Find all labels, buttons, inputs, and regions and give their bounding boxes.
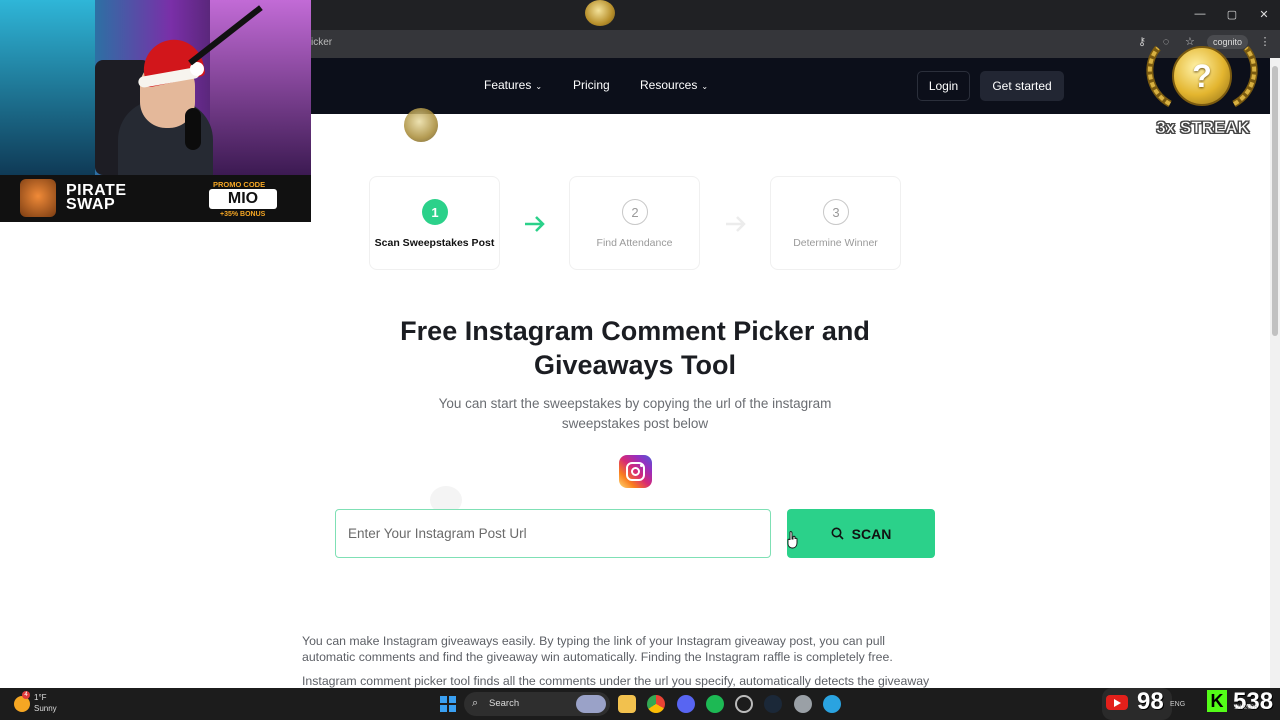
promo-code: MIO — [209, 189, 277, 209]
login-button[interactable]: Login — [917, 71, 970, 101]
step-number: 3 — [823, 199, 849, 225]
nav-pricing[interactable]: Pricing — [573, 78, 610, 92]
streak-coin-icon: ? — [1172, 46, 1232, 106]
description-line: automatic comments and find the giveaway… — [302, 650, 893, 664]
hand-cursor-icon — [787, 531, 798, 549]
kick-viewer-count: 538 — [1233, 688, 1274, 715]
promo-bonus: +35% BONUS — [220, 211, 266, 218]
step-label: Find Attendance — [596, 237, 673, 249]
scan-button-label: SCAN — [851, 525, 892, 542]
spotify-icon[interactable] — [706, 695, 724, 713]
page-title-line: Giveaways Tool — [533, 350, 737, 380]
step-number: 1 — [422, 199, 448, 225]
nav-features-label: Features — [484, 78, 532, 92]
nav-resources-label: Resources — [640, 78, 698, 92]
pirate-logo-icon — [20, 179, 56, 217]
step-winner: 3 Determine Winner — [770, 176, 901, 270]
sponsor-name-line: SWAP — [66, 196, 116, 213]
webcam-overlay: PIRATE SWAP PROMO CODE MIO +35% BONUS — [0, 0, 311, 222]
search-highlight-image — [576, 695, 606, 713]
search-icon — [831, 527, 844, 540]
nav-resources[interactable]: Resources ⌄ — [640, 78, 708, 92]
step-number: 2 — [622, 199, 648, 225]
window-controls: — ▢ ✕ — [1184, 0, 1280, 28]
weather-badge: 4 — [22, 691, 30, 699]
promo-label: PROMO CODE — [213, 180, 266, 189]
chevron-down-icon: ⌄ — [701, 82, 709, 91]
description-paragraph: You can make Instagram giveaways easily.… — [302, 633, 972, 665]
arrow-right-icon — [525, 216, 545, 232]
description-paragraph: Instagram comment picker tool finds all … — [302, 673, 972, 689]
page-title: Free Instagram Comment Picker and Giveaw… — [340, 314, 930, 382]
instagram-url-input[interactable] — [335, 509, 771, 558]
taskbar-search[interactable]: ⌕ Search — [464, 692, 610, 716]
taskbar-date[interactable]: 1/1/2026 — [1234, 705, 1257, 711]
nav-pricing-label: Pricing — [573, 78, 610, 92]
step-scan: 1 Scan Sweepstakes Post — [369, 176, 500, 270]
coin-icon — [585, 0, 615, 26]
sponsor-banner: PIRATE SWAP PROMO CODE MIO +35% BONUS — [0, 175, 311, 222]
discord-icon[interactable] — [677, 695, 695, 713]
search-icon: ⌕ — [472, 697, 479, 709]
instagram-icon — [619, 455, 652, 488]
close-button[interactable]: ✕ — [1248, 0, 1280, 28]
step-attendance: 2 Find Attendance — [569, 176, 700, 270]
arrow-right-icon — [726, 216, 746, 232]
streak-label: 3x STREAK — [1156, 118, 1250, 138]
youtube-icon — [1106, 695, 1128, 710]
page-subtitle-line: You can start the sweepstakes by copying… — [438, 396, 832, 411]
weather-condition: Sunny — [34, 704, 57, 713]
maximize-button[interactable]: ▢ — [1216, 0, 1248, 28]
screen: — ▢ ✕ icker ⚷ ◌ ☆ cognito ⋮ Features ⌄ Pr… — [0, 0, 1280, 720]
chrome-icon[interactable] — [647, 695, 665, 713]
file-explorer-icon[interactable] — [618, 695, 636, 713]
taskbar-search-label: Search — [489, 698, 520, 709]
steam-icon[interactable] — [764, 695, 782, 713]
nav-features[interactable]: Features ⌄ — [484, 78, 542, 92]
weather-temp: 1°F — [34, 693, 47, 702]
scan-button[interactable]: SCAN — [787, 509, 935, 558]
sponsor-name: PIRATE SWAP — [66, 183, 126, 213]
url-text[interactable]: icker — [311, 37, 332, 48]
page-title-line: Free Instagram Comment Picker and — [400, 316, 870, 346]
scrollbar-thumb[interactable] — [1272, 66, 1278, 336]
telegram-icon[interactable] — [823, 695, 841, 713]
windows-start-icon[interactable] — [440, 696, 456, 712]
youtube-viewer-count: 98 — [1137, 688, 1164, 715]
minimize-button[interactable]: — — [1184, 0, 1216, 28]
get-started-button[interactable]: Get started — [980, 71, 1064, 101]
taskbar: 4 1°F Sunny ⌕ Search 98 ENG K 538 1/1/20… — [0, 688, 1280, 720]
language-indicator[interactable]: ENG — [1170, 701, 1185, 708]
step-label: Determine Winner — [793, 237, 878, 249]
page-subtitle: You can start the sweepstakes by copying… — [410, 394, 860, 434]
microphone-icon — [185, 108, 201, 150]
clock-app-icon[interactable] — [735, 695, 753, 713]
page-subtitle-line: sweepstakes post below — [561, 416, 709, 431]
page-scrollbar[interactable] — [1270, 58, 1280, 688]
coin-icon — [404, 108, 438, 142]
chevron-down-icon: ⌄ — [535, 82, 543, 91]
step-label: Scan Sweepstakes Post — [374, 237, 495, 249]
description-line: You can make Instagram giveaways easily.… — [302, 634, 886, 648]
kick-icon: K — [1207, 690, 1227, 712]
description-line: Instagram comment picker tool finds all … — [302, 674, 930, 688]
settings-gear-icon[interactable] — [794, 695, 812, 713]
